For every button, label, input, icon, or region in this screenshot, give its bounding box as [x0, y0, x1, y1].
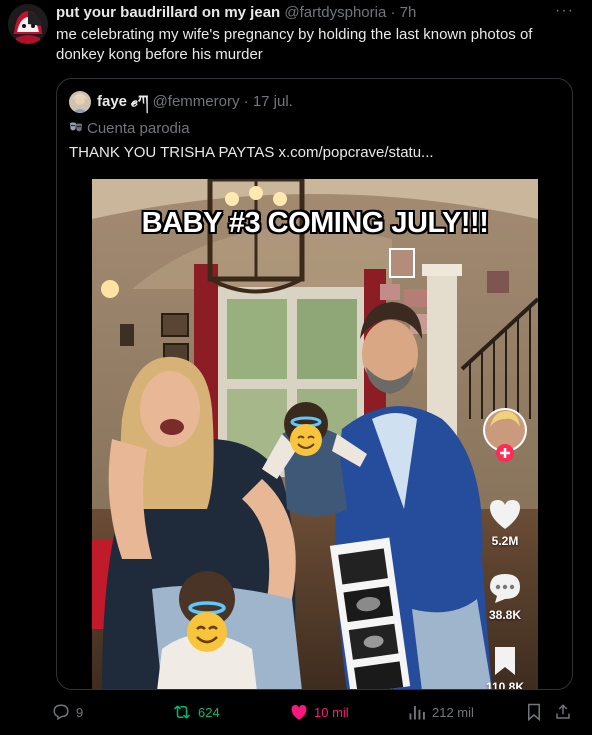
heart-icon — [490, 500, 520, 529]
theater-masks-icon — [70, 122, 82, 132]
quote-author-avatar — [69, 91, 91, 113]
more-options-button[interactable]: ··· — [555, 2, 574, 20]
share-icon — [556, 704, 570, 719]
share-button[interactable] — [554, 700, 572, 724]
repost-button[interactable]: 624 — [172, 700, 220, 724]
like-stat: 5.2M — [482, 497, 528, 548]
author-avatar[interactable] — [8, 4, 48, 44]
author-handle[interactable]: @fartdysphoria — [284, 4, 386, 21]
parody-label: Cuenta parodia — [69, 119, 190, 139]
author-name[interactable]: put your baudrillard on my jean — [56, 4, 280, 21]
bookmark-stat: 110.8K — [482, 645, 528, 690]
quote-author-name-suffix: 𝓮ཀ — [131, 93, 149, 110]
tweet-text: me celebrating my wife's pregnancy by ho… — [56, 26, 533, 63]
tweet-header: put your baudrillard on my jean @fartdys… — [56, 4, 552, 22]
like-count-action: 10 mil — [314, 704, 349, 720]
smiling-face-with-halo-icon — [284, 414, 328, 463]
parody-text: Cuenta parodia — [87, 120, 190, 137]
analytics-bars-icon — [409, 706, 425, 720]
tweet-time[interactable]: 7h — [400, 4, 417, 21]
reply-count: 9 — [76, 704, 84, 720]
like-count: 5.2M — [491, 534, 519, 548]
comment-count: 38.8K — [488, 608, 522, 622]
like-button[interactable]: 10 mil — [290, 700, 349, 724]
repost-count: 624 — [198, 704, 220, 720]
action-bar: 9 624 10 mil 212 mil — [52, 700, 582, 724]
quote-date: 17 jul. — [252, 93, 293, 110]
video-overlay-caption: BABY #3 COMING JULY!!! — [141, 207, 489, 239]
quote-header: faye 𝓮ཀ @femmerory · 17 jul. — [97, 93, 293, 111]
reply-button[interactable]: 9 — [52, 700, 83, 724]
smiling-face-with-halo-icon — [180, 599, 234, 660]
bookmark-icon — [495, 647, 515, 675]
quote-separator: · — [243, 93, 249, 110]
quote-author-handle: @femmerory — [152, 93, 240, 110]
bookmark-icon — [528, 703, 540, 721]
quote-text: THANK YOU TRISHA PAYTAS x.com/popcrave/s… — [69, 144, 434, 161]
repost-icon — [173, 705, 191, 719]
comment-bubble-icon — [490, 574, 520, 603]
comment-stat: 38.8K — [482, 571, 528, 622]
heart-icon — [291, 704, 307, 720]
bookmark-button[interactable] — [526, 700, 542, 724]
views-button[interactable]: 212 mil — [408, 700, 474, 724]
header-separator: · — [390, 4, 396, 21]
bookmark-count: 110.8K — [485, 680, 525, 690]
quote-author-name: faye — [97, 93, 128, 110]
views-count: 212 mil — [432, 704, 474, 720]
quoted-tweet[interactable]: faye 𝓮ཀ @femmerory · 17 jul. Cuenta paro… — [56, 78, 573, 690]
quote-media[interactable]: BABY #3 COMING JULY!!! 5.2M 38.8K 110.8K — [92, 179, 538, 690]
creator-avatar — [482, 407, 528, 466]
tweet[interactable]: put your baudrillard on my jean @fartdys… — [0, 0, 592, 735]
reply-icon — [53, 704, 69, 721]
